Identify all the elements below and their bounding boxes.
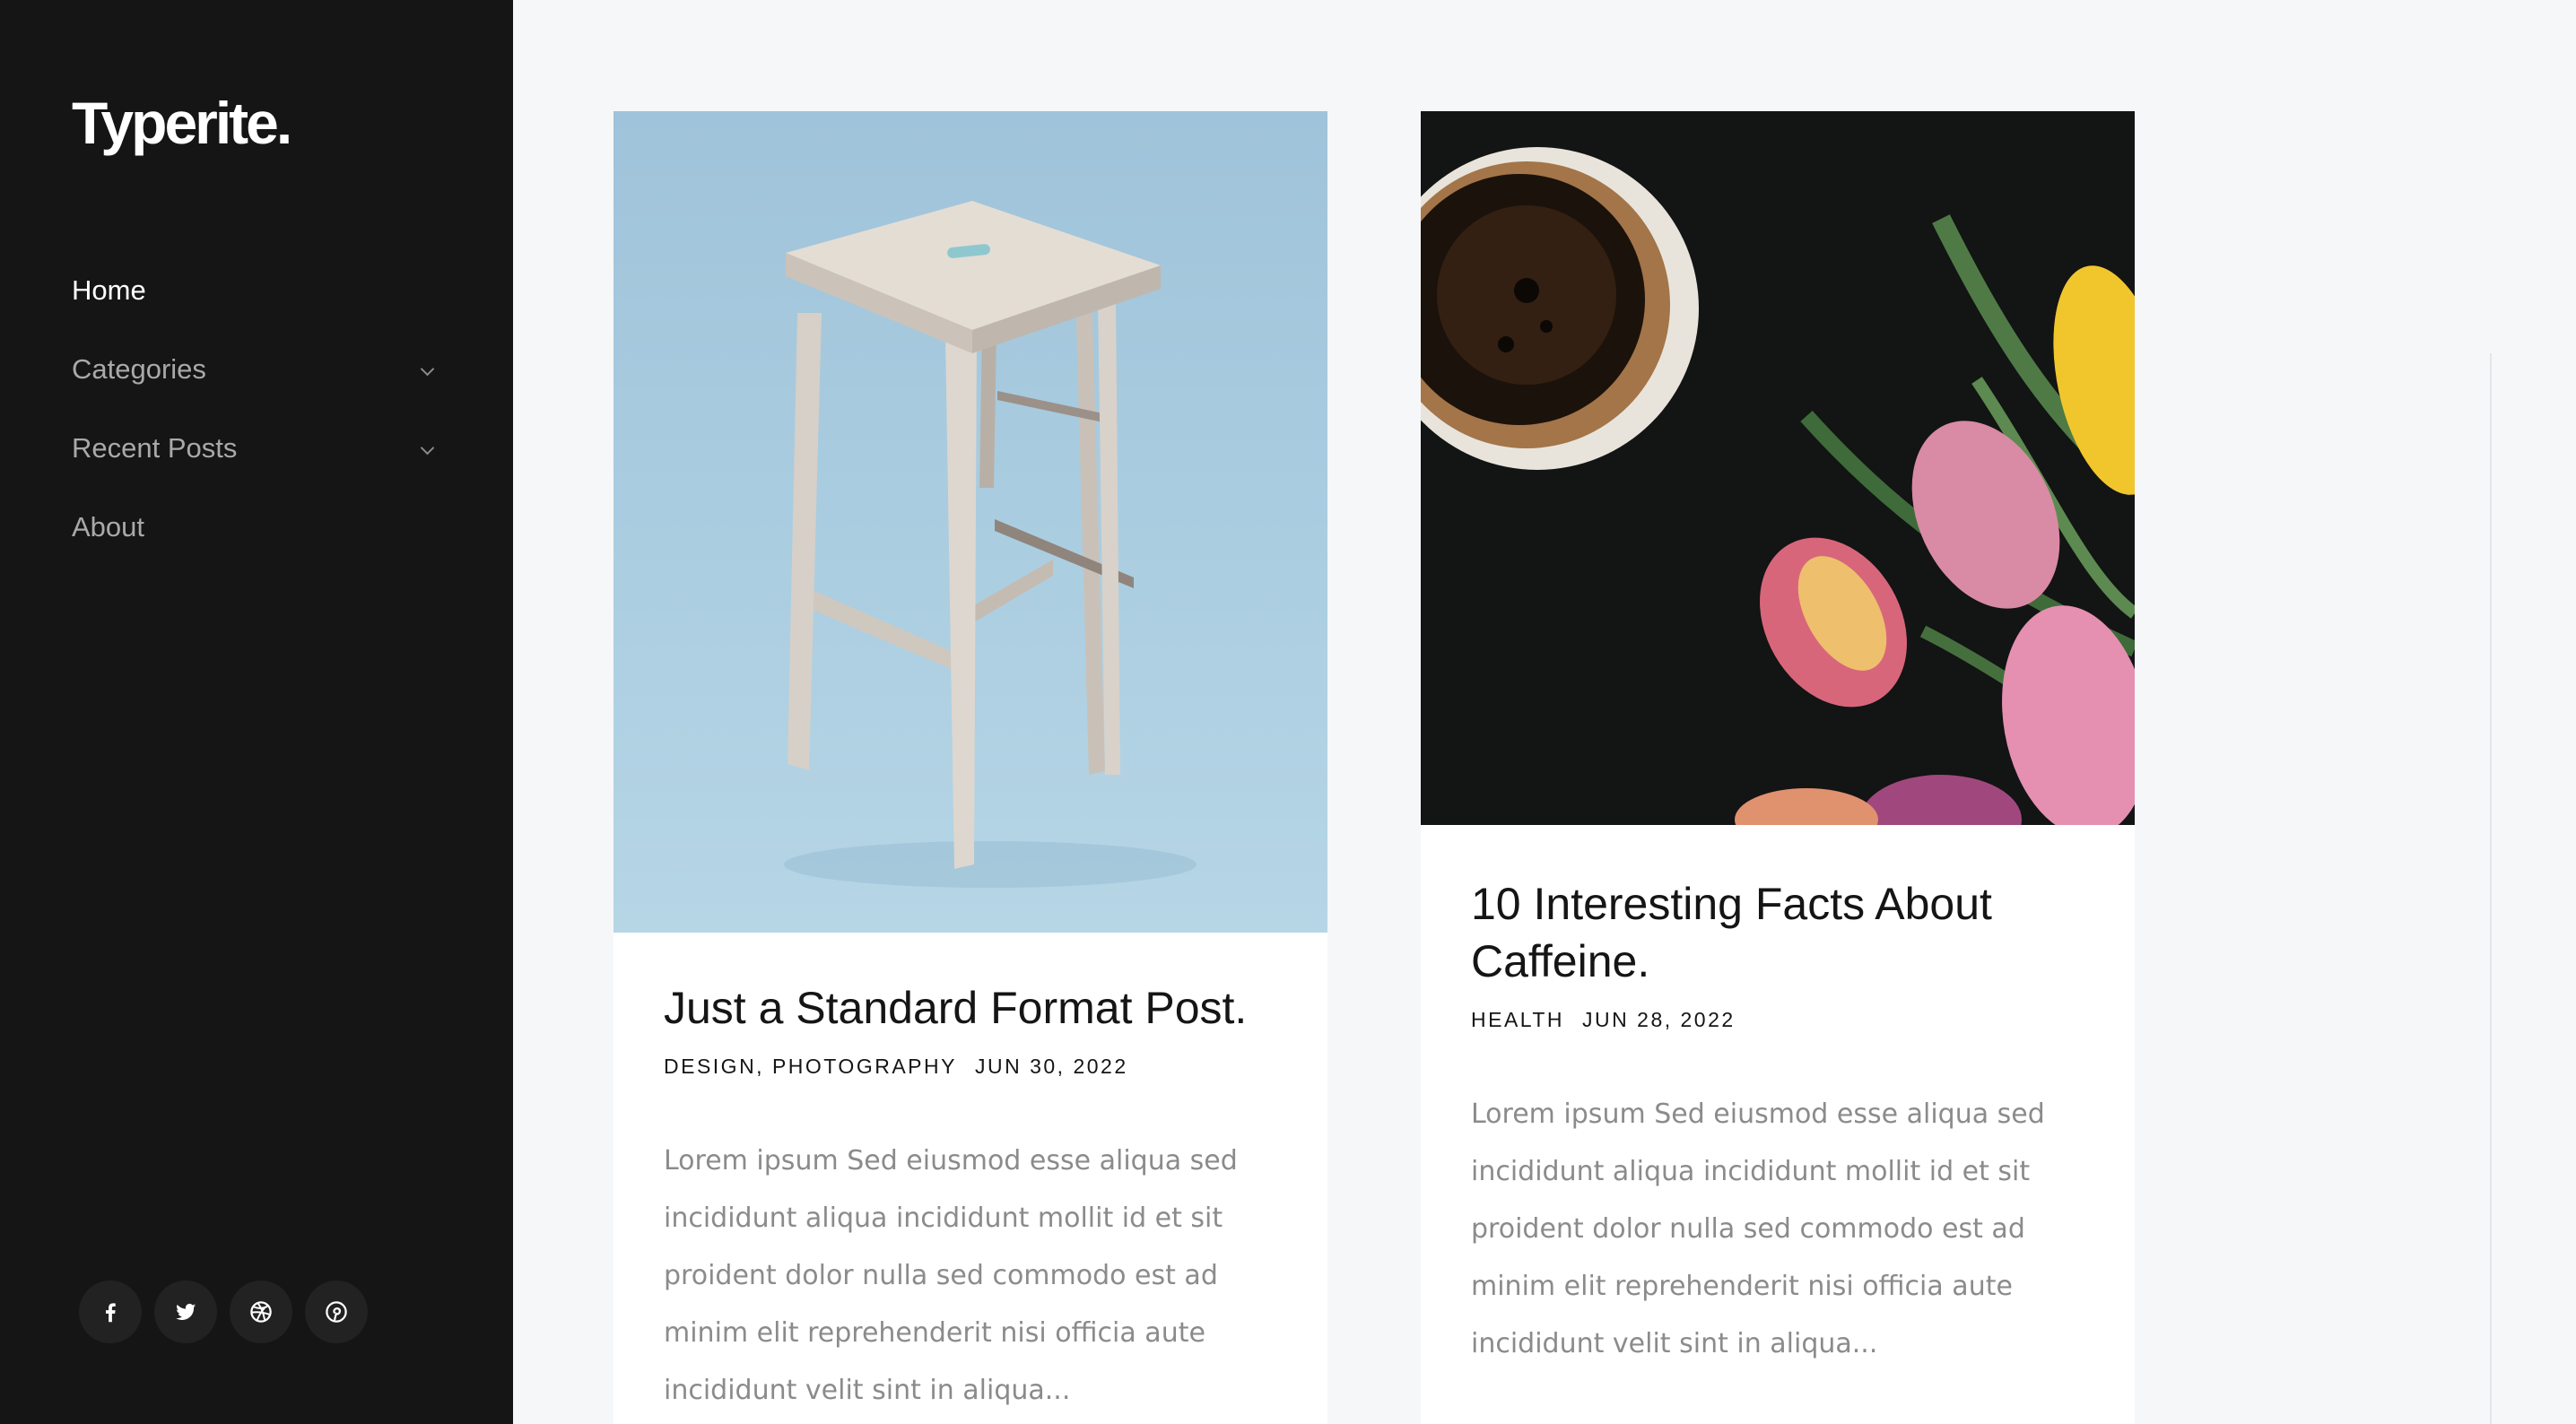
post-date: JUN 28, 2022 — [1582, 1008, 1736, 1031]
sidebar: Typerite. Home Categories Recent Posts A… — [0, 0, 513, 1424]
post-excerpt: Lorem ipsum Sed eiusmod esse aliqua sed … — [664, 1145, 1238, 1406]
nav-item-label: Home — [72, 274, 146, 306]
post-categories[interactable]: DESIGN, PHOTOGRAPHY — [664, 1055, 957, 1079]
site-logo[interactable]: Typerite. — [72, 93, 292, 152]
chevron-down-icon[interactable] — [420, 361, 435, 377]
post-excerpt: Lorem ipsum Sed eiusmod esse aliqua sed … — [1471, 1098, 2045, 1359]
pinterest-button[interactable] — [305, 1281, 368, 1343]
main-content: Just a Standard Format Post. DESIGN, PHO… — [513, 0, 2576, 1424]
dribbble-button[interactable] — [230, 1281, 292, 1343]
post-card: 10 Interesting Facts About Caffeine. HEA… — [1421, 111, 2135, 1424]
nav-item-categories[interactable]: Categories — [72, 330, 435, 409]
post-title[interactable]: 10 Interesting Facts About Caffeine. — [1471, 825, 2084, 990]
post-card-body: Just a Standard Format Post. DESIGN, PHO… — [614, 933, 1327, 1420]
post-categories[interactable]: HEALTH — [1471, 1008, 1564, 1032]
nav-item-label: Recent Posts — [72, 432, 238, 464]
facebook-button[interactable] — [79, 1281, 142, 1343]
post-image-stool[interactable] — [614, 111, 1327, 933]
facebook-icon — [106, 1303, 116, 1323]
pinterest-icon — [326, 1301, 347, 1323]
post-card-body: 10 Interesting Facts About Caffeine. HEA… — [1421, 825, 2135, 1373]
post-meta: DESIGN, PHOTOGRAPHY JUN 30, 2022 — [664, 1055, 1277, 1079]
post-categories-link[interactable]: HEALTH — [1471, 1008, 1564, 1031]
dribbble-icon — [250, 1301, 272, 1323]
nav-item-label: Categories — [72, 353, 206, 385]
social-links — [79, 1281, 368, 1343]
post-card: Just a Standard Format Post. DESIGN, PHO… — [614, 111, 1327, 1424]
post-date: JUN 30, 2022 — [974, 1055, 1128, 1078]
post-title[interactable]: Just a Standard Format Post. — [664, 933, 1277, 1037]
twitter-button[interactable] — [154, 1281, 217, 1343]
nav-item-home[interactable]: Home — [72, 251, 431, 330]
nav-item-about[interactable]: About — [72, 488, 431, 567]
nav-item-recent-posts[interactable]: Recent Posts — [72, 409, 435, 488]
post-meta: HEALTH JUN 28, 2022 — [1471, 1008, 2084, 1032]
divider — [2490, 353, 2492, 1424]
post-categories-link[interactable]: DESIGN, PHOTOGRAPHY — [664, 1055, 957, 1078]
post-image-coffee-tulips[interactable] — [1421, 111, 2135, 825]
twitter-icon — [176, 1303, 196, 1320]
chevron-down-icon[interactable] — [420, 440, 435, 456]
main-nav: Home Categories Recent Posts About — [72, 251, 435, 567]
nav-item-label: About — [72, 511, 145, 543]
